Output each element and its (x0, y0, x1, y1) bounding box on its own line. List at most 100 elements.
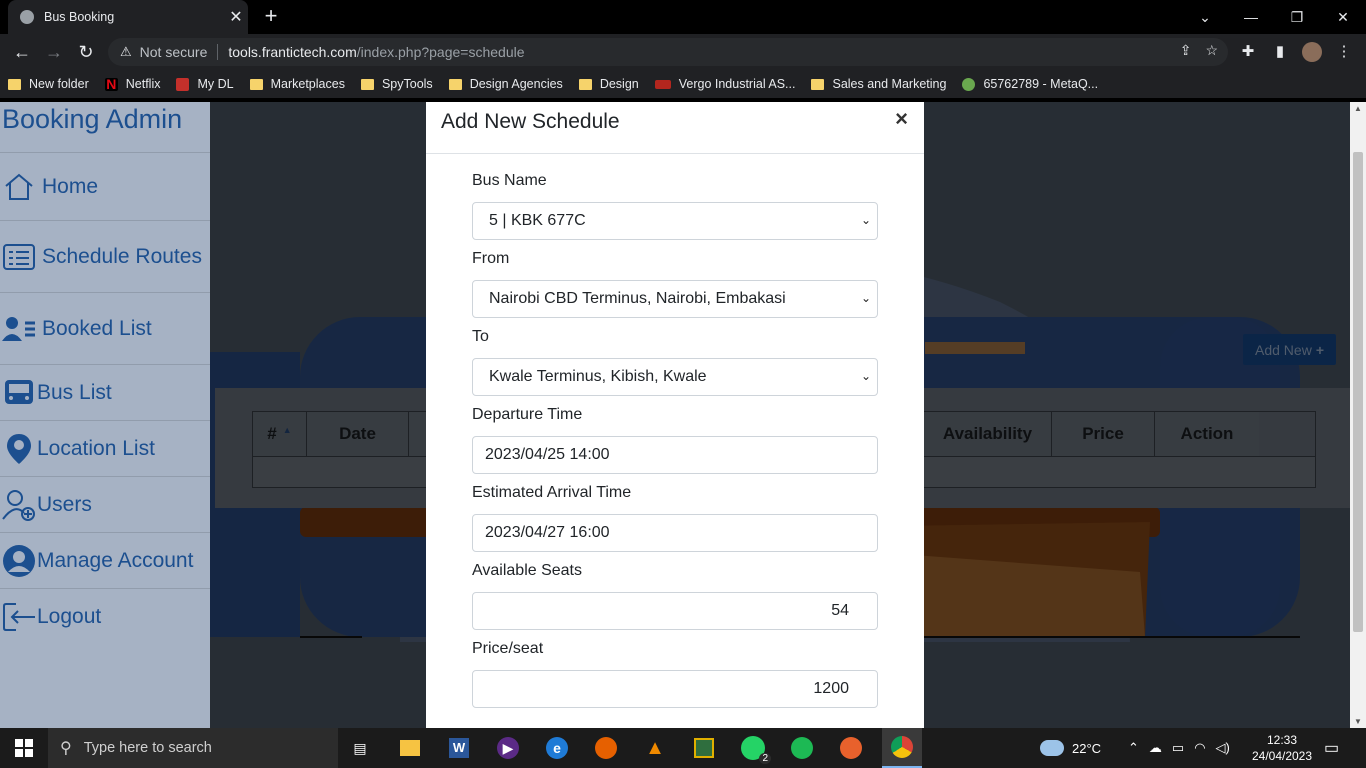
input-value: 2023/04/27 16:00 (485, 524, 610, 541)
notifications-icon[interactable]: ▭ (1324, 728, 1339, 768)
bookmark-item[interactable]: Sales and Marketing (811, 77, 946, 91)
weather-widget[interactable]: 22°C (1040, 728, 1101, 768)
bookmark-item[interactable]: New folder (8, 77, 89, 91)
back-button[interactable]: ← (10, 40, 34, 64)
side-panel-icon[interactable]: ▮ (1268, 40, 1292, 64)
sidebar-item-manage-account[interactable]: Manage Account (0, 532, 210, 588)
wifi-icon[interactable]: ◠ (1194, 740, 1205, 756)
sidebar-item-label: Booked List (42, 316, 152, 340)
add-schedule-modal: Add New Schedule × Bus Name 5 | KBK 677C… (426, 102, 924, 728)
bookmark-item[interactable]: SpyTools (360, 77, 433, 91)
close-window-button[interactable]: ✕ (1320, 0, 1366, 34)
from-label: From (472, 250, 510, 267)
warning-icon[interactable]: ⚠ (120, 44, 132, 60)
battery-icon[interactable]: ▭ (1172, 740, 1184, 756)
url-path: /index.php?page=schedule (356, 44, 525, 60)
sidebar: Booking Admin Home Schedule Routes Booke… (0, 102, 210, 728)
extensions-icon[interactable]: ✚ (1236, 40, 1260, 64)
chevron-down-icon: ⌄ (860, 291, 871, 305)
to-select[interactable]: Kwale Terminus, Kibish, Kwale ⌄ (472, 358, 878, 396)
media-player-icon[interactable]: ▶ (496, 736, 520, 760)
price-label: Price/seat (472, 640, 544, 657)
bookmark-label: 65762789 - MetaQ... (983, 77, 1099, 91)
departure-time-input[interactable]: 2023/04/25 14:00 (472, 436, 878, 474)
volume-icon[interactable]: ◁) (1216, 740, 1230, 756)
cloud-icon (1040, 740, 1064, 756)
browser-tab[interactable]: Bus Booking ✕ (8, 0, 248, 34)
sidebar-item-logout[interactable]: Logout (0, 588, 210, 644)
from-select[interactable]: Nairobi CBD Terminus, Nairobi, Embakasi ⌄ (472, 280, 878, 318)
system-tray: ⌃ ☁ ▭ ◠ ◁) (1128, 728, 1230, 768)
word-icon[interactable]: W (447, 736, 471, 760)
modal-title: Add New Schedule (441, 110, 620, 133)
folder-icon (8, 78, 21, 90)
available-seats-input[interactable]: 54 (472, 592, 878, 630)
scrollbar-thumb[interactable] (1353, 152, 1363, 632)
clock[interactable]: 12:33 24/04/2023 (1250, 728, 1314, 768)
bus-name-select[interactable]: 5 | KBK 677C ⌄ (472, 202, 878, 240)
divider (217, 44, 219, 60)
sidebar-item-label: Bus List (37, 380, 112, 404)
bookmark-label: Netflix (125, 77, 161, 91)
app-icon[interactable] (692, 736, 716, 760)
firefox-icon[interactable] (594, 736, 618, 760)
edge-icon[interactable]: e (545, 736, 569, 760)
sidebar-item-booked-list[interactable]: Booked List (0, 292, 210, 364)
chrome-icon[interactable] (882, 728, 922, 768)
forward-button[interactable]: → (42, 40, 66, 64)
minimize-button[interactable]: — (1228, 0, 1274, 34)
file-explorer-icon[interactable] (398, 736, 422, 760)
available-seats-group: Available Seats 54 (472, 562, 878, 630)
share-icon[interactable]: ⇪ (1180, 42, 1192, 59)
sidebar-item-location-list[interactable]: Location List (0, 420, 210, 476)
sidebar-item-schedule-routes[interactable]: Schedule Routes (0, 220, 210, 292)
reload-button[interactable]: ↻ (74, 40, 98, 64)
bookmark-item[interactable]: N Netflix (104, 77, 161, 91)
bookmark-star-icon[interactable]: ☆ (1205, 42, 1218, 59)
sidebar-item-bus-list[interactable]: Bus List (0, 364, 210, 420)
network-icon[interactable]: ☁ (1149, 740, 1162, 756)
app-orange-icon[interactable] (839, 736, 863, 760)
bus-name-group: Bus Name 5 | KBK 677C ⌄ (472, 172, 878, 240)
sidebar-item-label: Logout (37, 604, 102, 628)
restore-button[interactable]: ❐ (1274, 0, 1320, 34)
spotify-icon[interactable] (790, 736, 814, 760)
address-bar[interactable]: ⚠ Not secure tools.frantictech.com/index… (108, 38, 1228, 66)
bookmark-item[interactable]: Design (578, 77, 639, 91)
windows-start-icon[interactable] (12, 736, 36, 760)
sidebar-item-home[interactable]: Home (0, 152, 210, 220)
bookmark-item[interactable]: 65762789 - MetaQ... (962, 77, 1098, 91)
from-group: From Nairobi CBD Terminus, Nairobi, Emba… (472, 250, 878, 318)
tab-search-chevron-icon[interactable]: ⌄ (1182, 0, 1228, 34)
bookmark-label: Design Agencies (469, 77, 563, 91)
profile-avatar[interactable] (1300, 40, 1324, 64)
whatsapp-icon[interactable]: 2 (741, 736, 771, 764)
scroll-up-icon[interactable]: ▲ (1354, 104, 1362, 113)
modal-header: Add New Schedule × (426, 102, 924, 154)
bookmarks-bar: New folder N Netflix My DL Marketplaces S… (0, 70, 1366, 98)
bookmark-item[interactable]: Marketplaces (249, 77, 345, 91)
page-scrollbar[interactable]: ▲ ▼ (1350, 102, 1366, 728)
bookmark-item[interactable]: My DL (176, 77, 234, 91)
vlc-icon[interactable]: ▲ (643, 736, 667, 760)
menu-icon[interactable]: ⋮ (1332, 40, 1356, 64)
close-icon[interactable]: × (895, 106, 908, 132)
users-list-icon (1, 311, 37, 347)
task-view-icon[interactable]: ▤ (348, 736, 372, 760)
scroll-down-icon[interactable]: ▼ (1354, 717, 1362, 726)
departure-time-group: Departure Time 2023/04/25 14:00 (472, 406, 878, 474)
input-value: 1200 (813, 680, 849, 697)
arrival-time-input[interactable]: 2023/04/27 16:00 (472, 514, 878, 552)
chevron-up-icon[interactable]: ⌃ (1128, 740, 1139, 756)
bookmark-item[interactable]: Vergo Industrial AS... (654, 77, 795, 91)
new-tab-button[interactable]: + (258, 4, 284, 30)
temperature: 22°C (1072, 740, 1102, 756)
sidebar-item-users[interactable]: Users (0, 476, 210, 532)
bookmark-item[interactable]: Design Agencies (448, 77, 563, 91)
available-seats-label: Available Seats (472, 562, 582, 579)
taskbar-search[interactable]: ⚲ Type here to search (48, 728, 338, 768)
tab-close-icon[interactable]: ✕ (224, 7, 248, 27)
price-input[interactable]: 1200 (472, 670, 878, 708)
map-pin-icon (1, 431, 37, 467)
user-add-icon (1, 487, 37, 523)
